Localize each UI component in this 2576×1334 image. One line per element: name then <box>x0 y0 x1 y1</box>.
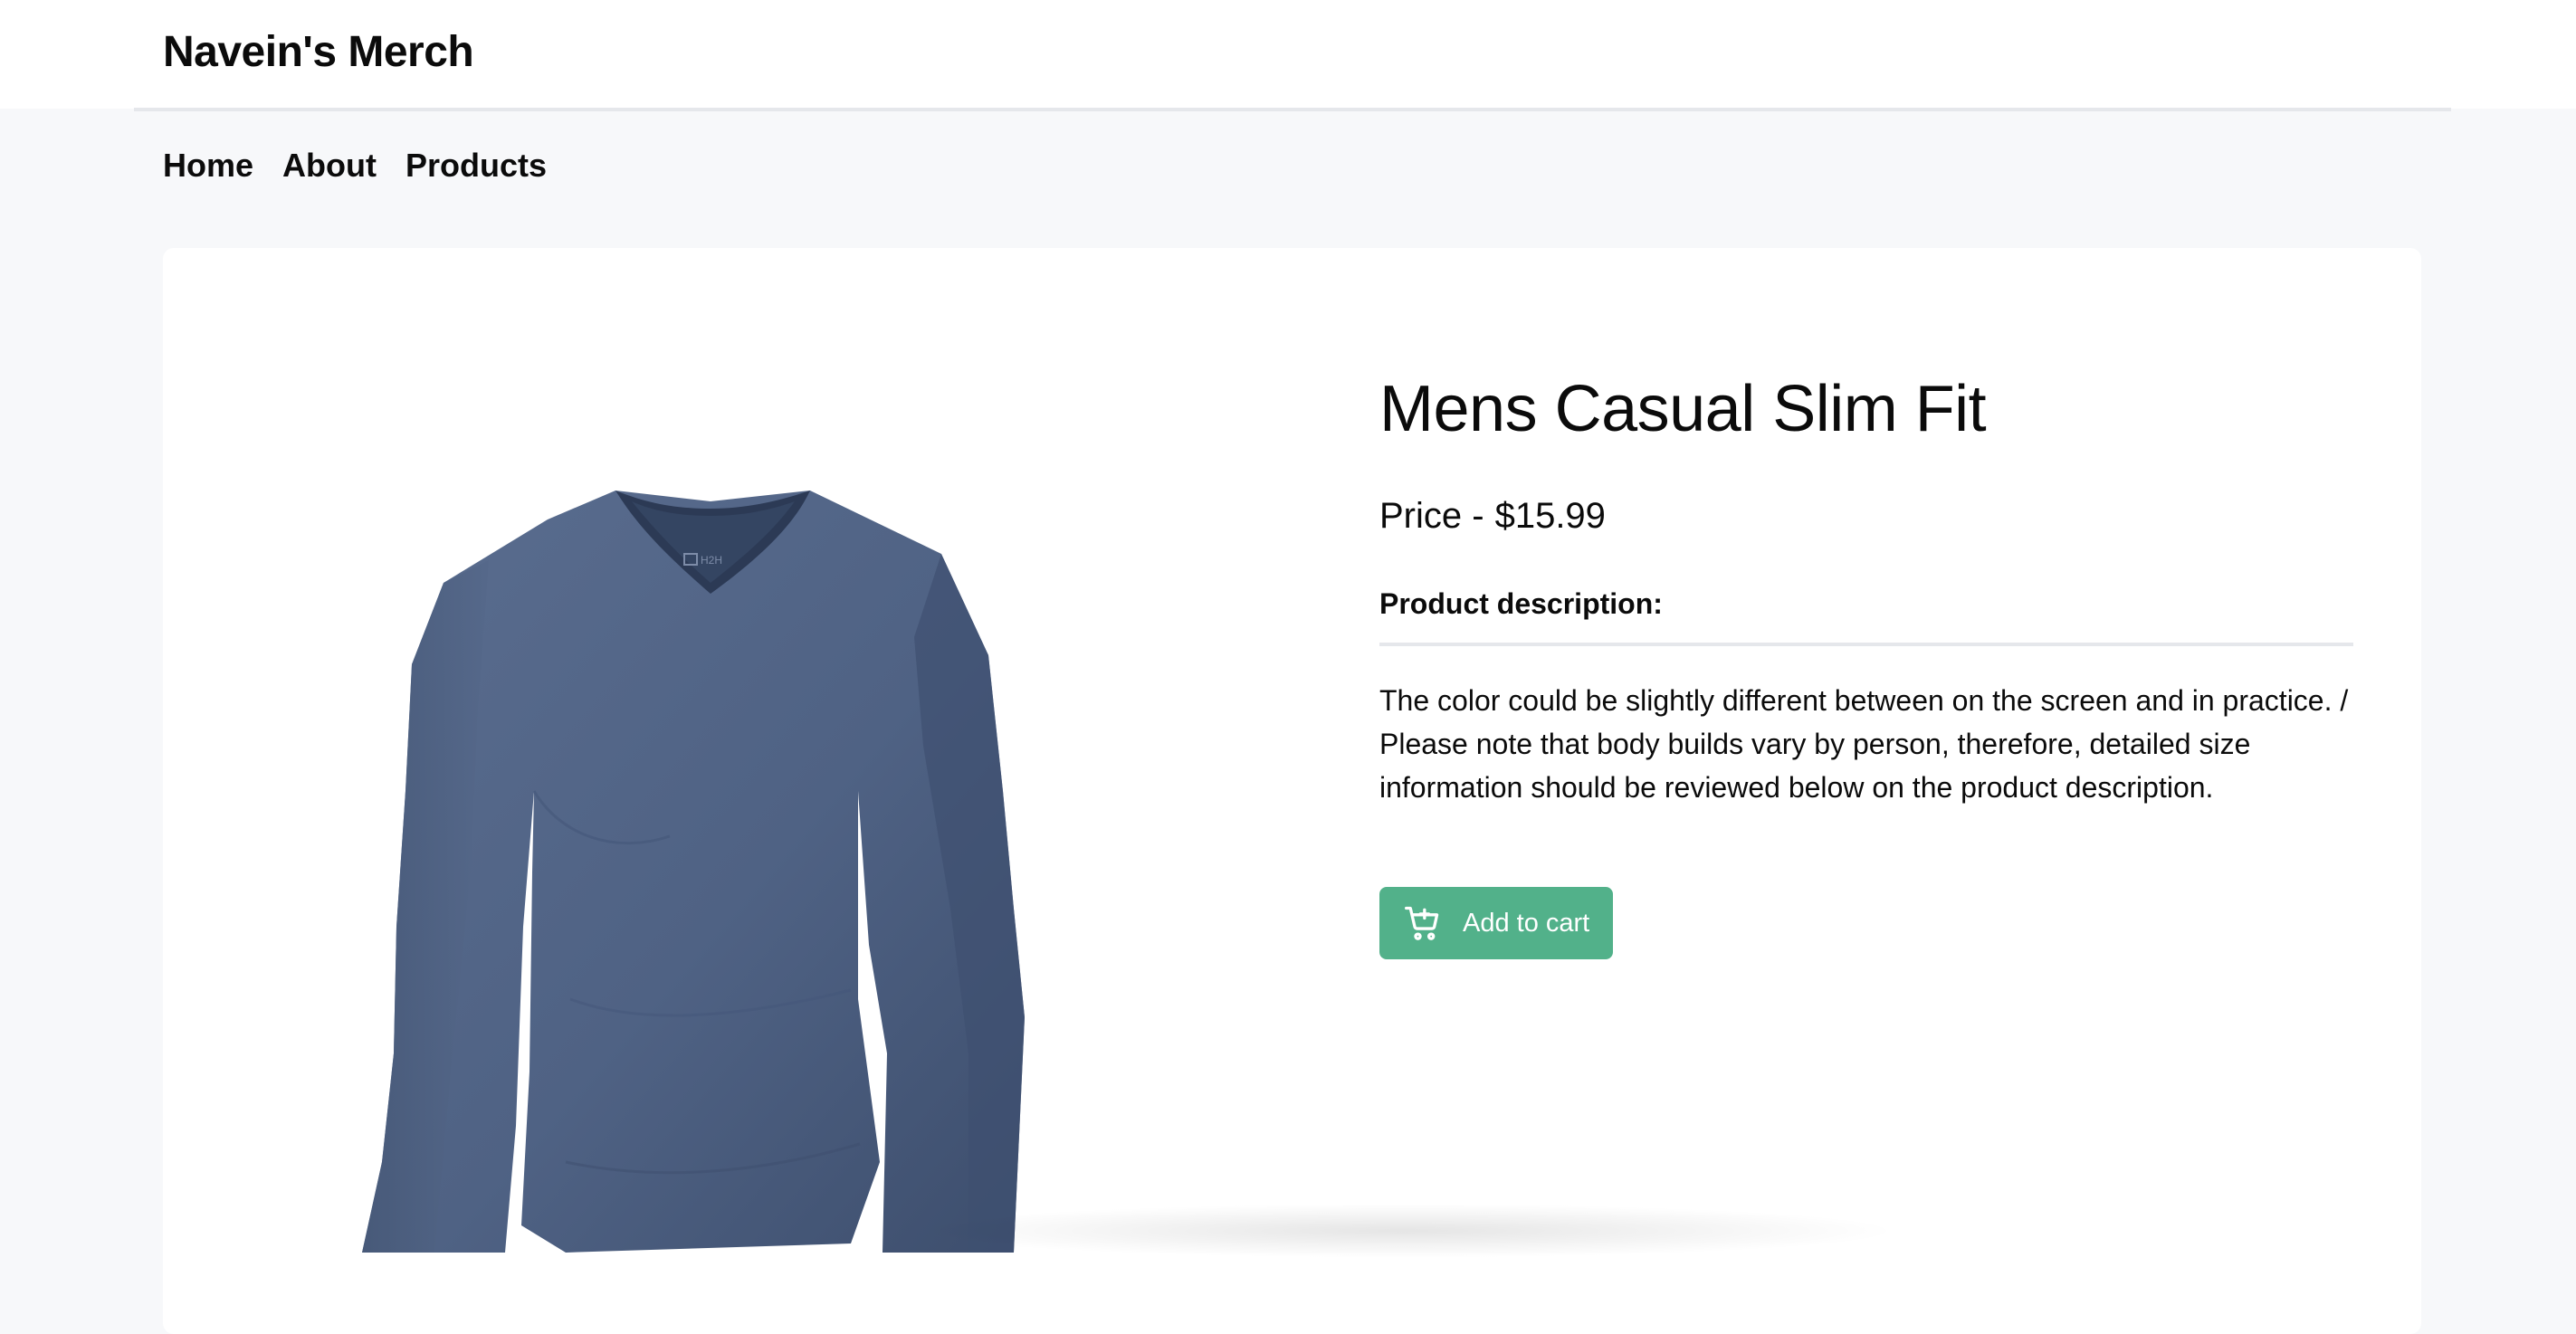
product-title: Mens Casual Slim Fit <box>1379 373 1987 445</box>
price-label: Price - <box>1379 496 1484 536</box>
product-description: The color could be slightly different be… <box>1379 684 2349 804</box>
product-info: Mens Casual Slim Fit Price - $15.99 Prod… <box>1379 364 2353 959</box>
header-divider <box>134 108 2451 111</box>
price-row: Price - $15.99 <box>1379 492 2353 539</box>
nav-item-products[interactable]: Products <box>405 145 547 186</box>
product-image: H2H <box>344 366 1086 1253</box>
site-header: Navein's Merch <box>0 0 2576 109</box>
price-value: $15.99 <box>1494 496 1606 536</box>
shirt-illustration: H2H <box>362 491 1025 1253</box>
floating-shadow <box>905 1204 1901 1258</box>
svg-text:H2H: H2H <box>701 554 722 567</box>
nav-item-home[interactable]: Home <box>163 145 253 186</box>
main-nav: Home About Products <box>163 145 547 186</box>
site-brand[interactable]: Navein's Merch <box>163 25 474 80</box>
product-card: H2H Mens Casual Slim Fit Price - $15.99 … <box>163 248 2421 1334</box>
add-to-cart-label: Add to cart <box>1463 908 1590 938</box>
add-to-cart-button[interactable]: Add to cart <box>1379 887 1614 959</box>
nav-item-about[interactable]: About <box>282 145 377 186</box>
description-heading: Product description: <box>1379 585 2353 646</box>
cart-plus-icon <box>1403 903 1443 943</box>
